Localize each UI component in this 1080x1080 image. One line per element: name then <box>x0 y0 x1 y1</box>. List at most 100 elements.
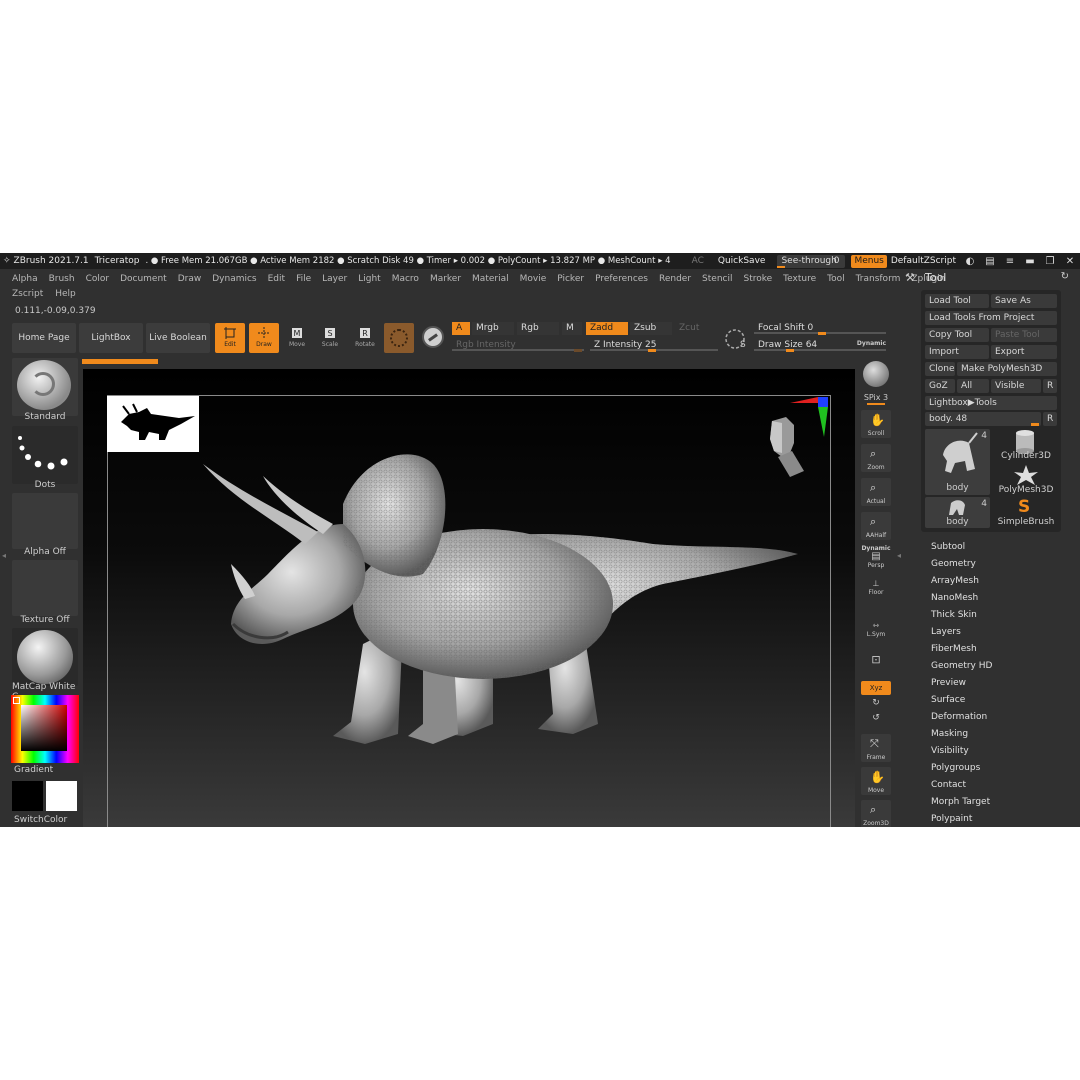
tool-palette-header[interactable]: ⚒ Tool ↻ <box>905 271 1075 285</box>
menu-preferences[interactable]: Preferences <box>595 274 648 284</box>
switch-color-button[interactable]: SwitchColor <box>14 815 80 825</box>
load-tool-button[interactable]: Load Tool <box>925 294 989 308</box>
spix-slider[interactable]: SPix 3 <box>861 393 891 405</box>
frame-button[interactable]: ⤧ Frame <box>861 734 891 762</box>
zadd-toggle[interactable]: Zadd <box>586 322 628 335</box>
menu-layer[interactable]: Layer <box>322 274 347 284</box>
subpalette-fibermesh[interactable]: FiberMesh <box>931 641 992 658</box>
menu-render[interactable]: Render <box>659 274 691 284</box>
import-button[interactable]: Import <box>925 345 989 359</box>
menu-file[interactable]: File <box>296 274 311 284</box>
subpalette-layers[interactable]: Layers <box>931 624 992 641</box>
subpalette-masking[interactable]: Masking <box>931 726 992 743</box>
subpalette-thick-skin[interactable]: Thick Skin <box>931 607 992 624</box>
rotate-z-icon[interactable]: ↺ <box>861 711 891 725</box>
subpalette-deformation[interactable]: Deformation <box>931 709 992 726</box>
subpalette-preview[interactable]: Preview <box>931 675 992 692</box>
see-through-slider[interactable]: See-through 0 <box>777 254 846 268</box>
a-toggle[interactable]: A <box>452 322 470 335</box>
subpalette-nanomesh[interactable]: NanoMesh <box>931 590 992 607</box>
quicksave-button[interactable]: QuickSave <box>718 256 766 266</box>
menu-macro[interactable]: Macro <box>392 274 419 284</box>
copy-tool-button[interactable]: Copy Tool <box>925 328 989 342</box>
menu-transform[interactable]: Transform <box>856 274 901 284</box>
current-tool-r-button[interactable]: R <box>1043 412 1057 426</box>
zoom-button[interactable]: ⌕ Zoom <box>861 444 891 472</box>
subpalette-polypaint[interactable]: Polypaint <box>931 811 992 827</box>
menu-document[interactable]: Document <box>120 274 167 284</box>
subpalette-geometry-hd[interactable]: Geometry HD <box>931 658 992 675</box>
scale-button[interactable]: S Scale <box>315 323 345 353</box>
tool-thumb-body-2[interactable]: 4 body <box>925 497 990 528</box>
subpalette-contact[interactable]: Contact <box>931 777 992 794</box>
tool-thumb-polymesh3d[interactable]: PolyMesh3D <box>994 463 1058 497</box>
menu-stencil[interactable]: Stencil <box>702 274 732 284</box>
material-selector[interactable] <box>12 628 78 686</box>
menu-movie[interactable]: Movie <box>520 274 547 284</box>
polypaint-toggle[interactable] <box>420 324 446 350</box>
menu-dynamics[interactable]: Dynamics <box>212 274 256 284</box>
menu-picker[interactable]: Picker <box>557 274 584 284</box>
z-intensity-slider[interactable]: Z Intensity 25 <box>590 338 718 352</box>
alpha-selector[interactable] <box>12 493 78 549</box>
xyz-rotate-button[interactable]: Xyz ↻ ↺ <box>861 681 891 725</box>
tool-thumb-body[interactable]: 4 body <box>925 429 990 495</box>
menu-toggle-icon[interactable]: ≡ <box>1000 256 1020 267</box>
rotate-y-icon[interactable]: ↻ <box>861 695 891 711</box>
help-icon[interactable]: ◐ <box>960 256 980 267</box>
draw-size-slider[interactable]: Draw Size 64 Dynamic <box>754 338 886 352</box>
aahalf-button[interactable]: ⌕ AAHalf <box>861 512 891 540</box>
rgb-intensity-slider[interactable]: Rgb Intensity <box>452 338 584 352</box>
right-tray-grip[interactable]: ◂ <box>897 515 903 595</box>
menu-color[interactable]: Color <box>86 274 110 284</box>
actual-button[interactable]: ⌕ Actual <box>861 478 891 506</box>
menu-edit[interactable]: Edit <box>268 274 285 284</box>
focal-shift-slider[interactable]: Focal Shift 0 <box>754 321 886 335</box>
tool-thumb-simplebrush[interactable]: S SimpleBrush <box>994 497 1058 529</box>
local-symmetry-button[interactable]: ⇿ L.Sym <box>861 621 891 638</box>
menu-alpha[interactable]: Alpha <box>12 274 38 284</box>
move-view-button[interactable]: ✋ Move <box>861 767 891 795</box>
subpalette-geometry[interactable]: Geometry <box>931 556 992 573</box>
mrgb-toggle[interactable]: Mrgb <box>472 322 514 335</box>
draw-button[interactable]: Draw <box>249 323 279 353</box>
lightbox-button[interactable]: LightBox <box>79 323 143 353</box>
make-polymesh3d-button[interactable]: Make PolyMesh3D <box>957 362 1057 376</box>
texture-selector[interactable] <box>12 560 78 616</box>
subpalette-polygroups[interactable]: Polygroups <box>931 760 992 777</box>
goz-visible-button[interactable]: Visible <box>991 379 1041 393</box>
scroll-button[interactable]: ✋ Scroll <box>861 410 891 438</box>
lazy-mouse-toggle[interactable]: S <box>724 327 748 351</box>
menu-brush[interactable]: Brush <box>49 274 75 284</box>
home-page-button[interactable]: Home Page <box>12 323 76 353</box>
color-picker-icon[interactable] <box>21 705 67 751</box>
minimize-icon[interactable]: ▬ <box>1020 256 1040 267</box>
floor-button[interactable]: ⊥ Floor <box>861 579 891 596</box>
goz-button[interactable]: GoZ <box>925 379 955 393</box>
menu-light[interactable]: Light <box>358 274 380 284</box>
menu-zscript[interactable]: Zscript <box>12 289 43 299</box>
menu-marker[interactable]: Marker <box>430 274 461 284</box>
bpr-button[interactable]: BPR <box>861 361 891 387</box>
triceratops-model[interactable] <box>193 424 813 764</box>
rotate-button[interactable]: R Rotate <box>350 323 380 353</box>
secondary-color-swatch[interactable] <box>12 781 43 811</box>
zsub-toggle[interactable]: Zsub <box>630 322 672 335</box>
default-zscript-button[interactable]: DefaultZScript <box>891 256 956 266</box>
brush-selector[interactable] <box>12 358 78 416</box>
live-boolean-button[interactable]: Live Boolean <box>146 323 210 353</box>
menu-help[interactable]: Help <box>55 289 76 299</box>
export-button[interactable]: Export <box>991 345 1057 359</box>
rgb-toggle[interactable]: Rgb <box>517 322 559 335</box>
refresh-icon[interactable]: ↻ <box>1061 271 1069 282</box>
current-tool-slider[interactable]: body. 48 <box>925 412 1041 426</box>
move-button[interactable]: M Move <box>282 323 312 353</box>
zcut-toggle[interactable]: Zcut <box>675 322 717 335</box>
menu-material[interactable]: Material <box>472 274 509 284</box>
maximize-icon[interactable]: ❐ <box>1040 256 1060 267</box>
menus-toggle[interactable]: Menus <box>851 254 887 268</box>
lock-button[interactable]: ⊡ <box>861 653 891 667</box>
stroke-selector[interactable] <box>12 426 78 484</box>
menu-draw[interactable]: Draw <box>178 274 202 284</box>
menu-stroke[interactable]: Stroke <box>743 274 772 284</box>
